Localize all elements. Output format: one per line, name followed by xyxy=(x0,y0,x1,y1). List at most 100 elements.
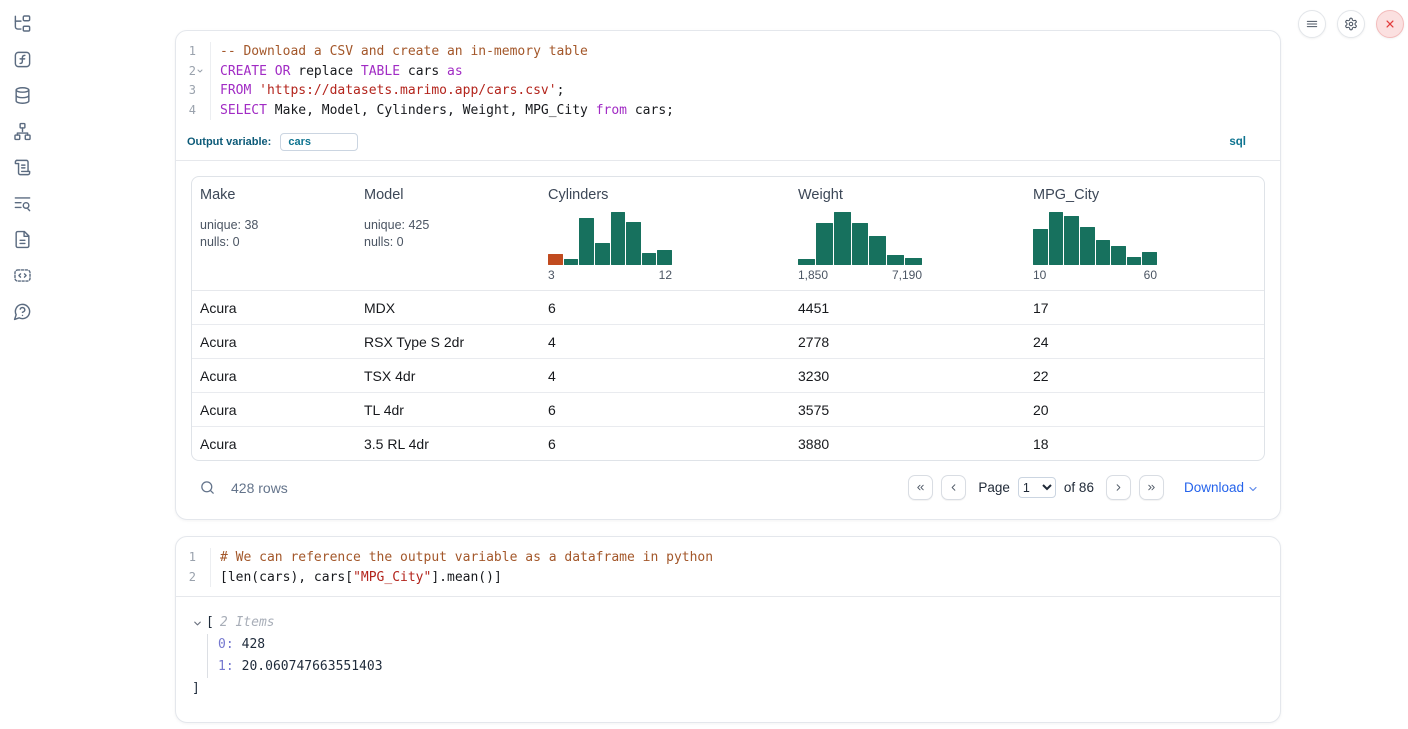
table-row: AcuraRSX Type S 2dr4277824 xyxy=(192,324,1264,358)
histogram-bar xyxy=(887,255,904,265)
python-cell: 1# We can reference the output variable … xyxy=(175,536,1281,723)
code-line[interactable]: 2[len(cars), cars["MPG_City"].mean()] xyxy=(176,568,1280,588)
output-variable-label: Output variable: xyxy=(187,136,271,148)
table-cell: 3.5 RL 4dr xyxy=(356,427,540,460)
table-cell: 6 xyxy=(540,427,790,460)
table-cell: 3230 xyxy=(790,359,1025,392)
column-stats: unique: 38nulls: 0 xyxy=(200,217,348,251)
code-line[interactable]: 1# We can reference the output variable … xyxy=(176,548,1280,568)
histogram-bar xyxy=(564,259,579,265)
line-number: 2 xyxy=(176,62,206,82)
histogram-axis: 1,8507,190 xyxy=(798,268,922,282)
entry-value: 20.060747663551403 xyxy=(242,659,383,674)
download-label: Download xyxy=(1184,480,1244,495)
code-text: [len(cars), cars["MPG_City"].mean()] xyxy=(210,568,502,588)
table-cell: Acura xyxy=(192,359,356,392)
code-line[interactable]: 3FROM 'https://datasets.marimo.app/cars.… xyxy=(176,81,1280,101)
histogram-bar xyxy=(1096,240,1111,265)
table-cell: Acura xyxy=(192,325,356,358)
dependency-graph-icon[interactable] xyxy=(13,122,32,141)
list-open-bracket: [ xyxy=(206,612,214,634)
row-count: 428 rows xyxy=(231,480,288,496)
histogram-bar xyxy=(798,259,815,265)
next-page-button[interactable] xyxy=(1106,475,1131,500)
histogram-bar xyxy=(1111,246,1126,265)
line-number: 2 xyxy=(176,568,206,588)
code-line[interactable]: 4SELECT Make, Model, Cylinders, Weight, … xyxy=(176,101,1280,121)
line-number: 1 xyxy=(176,548,206,568)
histogram-bar xyxy=(611,212,626,265)
help-icon[interactable] xyxy=(13,302,32,321)
table-row: AcuraTSX 4dr4323022 xyxy=(192,358,1264,392)
table-cell: 24 xyxy=(1025,325,1264,358)
table-column-header: MPG_City 1060 xyxy=(1025,177,1264,290)
column-name[interactable]: Make xyxy=(200,187,235,203)
code-text: -- Download a CSV and create an in-memor… xyxy=(210,42,588,62)
code-line[interactable]: 2CREATE OR replace TABLE cars as xyxy=(176,62,1280,82)
download-button[interactable]: Download xyxy=(1184,480,1259,495)
table-cell: RSX Type S 2dr xyxy=(356,325,540,358)
page-select[interactable]: 1 xyxy=(1018,477,1056,498)
documentation-icon[interactable] xyxy=(13,230,32,249)
table-cell: MDX xyxy=(356,291,540,324)
previous-page-button[interactable] xyxy=(941,475,966,500)
code-line[interactable]: 1-- Download a CSV and create an in-memo… xyxy=(176,42,1280,62)
snippets-icon[interactable] xyxy=(13,266,32,285)
menu-button[interactable] xyxy=(1298,10,1326,38)
tracing-icon[interactable] xyxy=(13,194,32,213)
sql-code-editor[interactable]: 1-- Download a CSV and create an in-memo… xyxy=(176,31,1280,129)
datasources-icon[interactable] xyxy=(13,86,32,105)
python-code-editor[interactable]: 1# We can reference the output variable … xyxy=(176,537,1280,596)
column-name[interactable]: Model xyxy=(364,187,404,203)
table-cell: 20 xyxy=(1025,393,1264,426)
chevron-down-icon xyxy=(1247,483,1259,495)
logs-icon[interactable] xyxy=(13,158,32,177)
table-cell: 4 xyxy=(540,325,790,358)
table-cell: Acura xyxy=(192,393,356,426)
table-cell: 2778 xyxy=(790,325,1025,358)
table-cell: 3575 xyxy=(790,393,1025,426)
output-variable-input[interactable] xyxy=(280,133,358,151)
search-icon[interactable] xyxy=(199,479,216,496)
table-column-header: Cylinders 312 xyxy=(540,177,790,290)
sidebar xyxy=(0,0,44,729)
table-cell: 22 xyxy=(1025,359,1264,392)
python-output-tree: [ 2 Items 0: 428 1:20.060747663551403 ] xyxy=(176,597,1280,722)
close-button[interactable] xyxy=(1376,10,1404,38)
first-page-button[interactable] xyxy=(908,475,933,500)
table-header-row: Makeunique: 38nulls: 0Modelunique: 425nu… xyxy=(192,177,1264,291)
code-text: SELECT Make, Model, Cylinders, Weight, M… xyxy=(210,101,674,121)
table-column-header: Weight 1,8507,190 xyxy=(790,177,1025,290)
settings-button[interactable] xyxy=(1337,10,1365,38)
table-cell: TL 4dr xyxy=(356,393,540,426)
histogram-bar xyxy=(657,250,672,265)
collapse-caret-icon[interactable] xyxy=(192,618,203,629)
line-number: 1 xyxy=(176,42,206,62)
list-items-count: 2 Items xyxy=(220,612,275,634)
chevrons-left-icon xyxy=(915,482,926,493)
list-entries: 0: 428 1:20.060747663551403 xyxy=(207,634,1264,678)
code-text: # We can reference the output variable a… xyxy=(210,548,713,568)
result-table: Makeunique: 38nulls: 0Modelunique: 425nu… xyxy=(191,176,1265,461)
fold-chevron-icon[interactable] xyxy=(196,62,206,82)
entry-value: 428 xyxy=(242,637,265,652)
file-explorer-icon[interactable] xyxy=(13,14,32,33)
entry-index: 0: xyxy=(218,637,234,652)
table-row: AcuraTL 4dr6357520 xyxy=(192,392,1264,426)
list-entry: 1:20.060747663551403 xyxy=(218,656,1264,678)
list-close-bracket: ] xyxy=(192,678,1264,700)
column-name[interactable]: Weight xyxy=(798,187,843,203)
histogram-bar xyxy=(1033,229,1048,265)
column-histogram: 1060 xyxy=(1033,212,1157,282)
last-page-button[interactable] xyxy=(1139,475,1164,500)
histogram-bar xyxy=(834,212,851,265)
functions-icon[interactable] xyxy=(13,50,32,69)
histogram-axis: 312 xyxy=(548,268,672,282)
histogram-bar xyxy=(1064,216,1079,265)
column-name[interactable]: Cylinders xyxy=(548,187,608,203)
list-entry: 0: 428 xyxy=(218,634,1264,656)
histogram-bar xyxy=(579,218,594,265)
column-name[interactable]: MPG_City xyxy=(1033,187,1099,203)
histogram-bar xyxy=(595,243,610,265)
table-footer: 428 rows Page 1 of 86 xyxy=(191,461,1265,504)
